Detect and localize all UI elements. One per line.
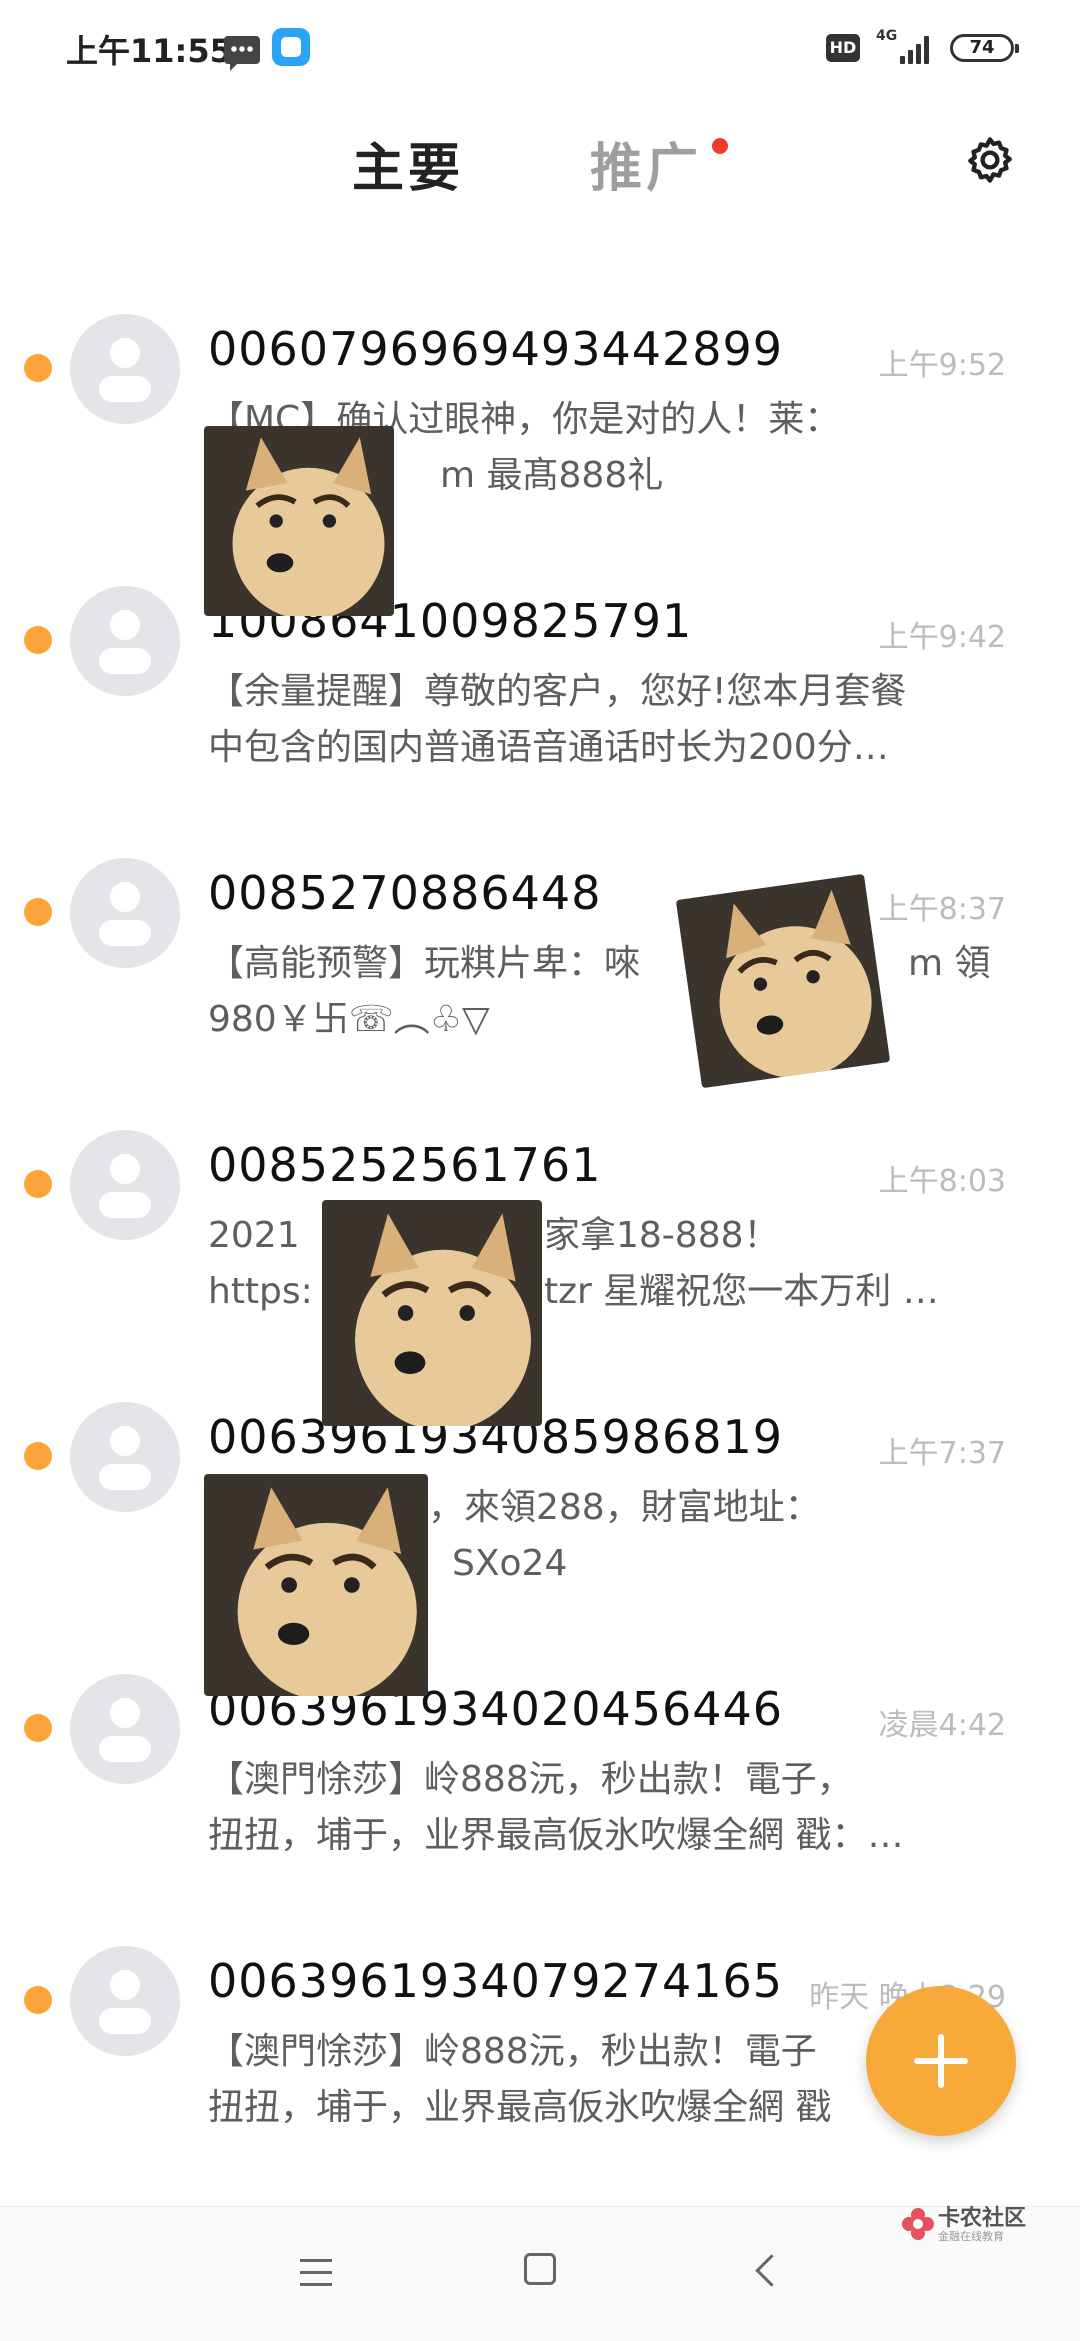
unread-dot [24,626,52,654]
dog-sticker-image [204,426,394,616]
menu-icon[interactable] [300,2259,332,2287]
message-row[interactable]: 0085270886448 上午8:37 【高能预警】玩粸片卑：唻 980￥卐☏… [0,844,1080,1114]
message-time: 凌晨4:42 [878,1708,1006,1743]
promo-badge-dot [712,138,728,154]
unread-dot [24,354,52,382]
message-time: 上午9:42 [878,620,1006,655]
sender-number: 0060796969493442899 [208,322,784,376]
message-preview-tail: m 領 [908,943,991,984]
avatar [70,1402,180,1512]
tab-main[interactable]: 主要 [352,126,464,201]
message-preview: 【澳門悇莎】岭888沅，秒出款！電子， 扭扭，埔于，业界最高仮氷吹爆全網 戳：… [208,1759,904,1856]
signal-icon [900,32,932,64]
avatar [70,1946,180,2056]
dog-sticker-image [204,1474,428,1696]
unread-dot [24,1986,52,2014]
message-preview: 【余量提醒】尊敬的客户，您好!您本月套餐 中包含的国内普通语音通话时长为200分… [208,671,907,768]
watermark-logo: 卡农社区 金融在线教育 [900,2196,1030,2252]
message-row[interactable]: 0060796969493442899 上午9:52 【MC】确认过眼神，你是对… [0,300,1080,570]
sender-number: 0063961934079274165 [208,1954,784,2008]
sender-number: 0085270886448 [208,866,602,920]
message-notification-icon [224,36,260,71]
status-bar: 上午11:55 HD 4G 74 [0,0,1080,100]
flower-icon [902,2208,934,2240]
dog-sticker-image [675,873,891,1089]
message-time: 上午8:37 [878,892,1006,927]
unread-dot [24,898,52,926]
hd-icon: HD [826,34,860,62]
tab-promo[interactable]: 推广 [590,126,702,201]
sender-number: 0085252561761 [208,1138,602,1192]
message-preview: 【高能预警】玩粸片卑：唻 980￥卐☏︵♧▽ [208,943,641,1040]
avatar [70,1674,180,1784]
status-time: 上午11:55 [66,32,232,70]
dog-sticker-image [322,1200,542,1426]
avatar [70,586,180,696]
unread-dot [24,1714,52,1742]
message-row[interactable]: 0063961934020456446 凌晨4:42 【澳門悇莎】岭888沅，秒… [0,1660,1080,1930]
gear-icon[interactable] [964,134,1016,186]
home-icon[interactable] [524,2253,556,2285]
avatar [70,1130,180,1240]
new-message-button[interactable] [866,1986,1016,2136]
message-time: 上午8:03 [878,1164,1006,1199]
avatar [70,314,180,424]
message-row[interactable]: 0063961934085986819 上午7:37 ，來領288，財富地址： … [0,1388,1080,1658]
message-row[interactable]: 10086410098257​91 上午9:42 【余量提醒】尊敬的客户，您好!… [0,572,1080,842]
network-type: 4G [876,28,898,44]
message-preview-tail: 家拿18-888！ tzr 星耀祝您一本万利 … [544,1215,939,1312]
message-time: 上午7:37 [878,1436,1006,1471]
watermark-subtitle: 金融在线教育 [938,2230,1004,2243]
unread-dot [24,1442,52,1470]
unread-dot [24,1170,52,1198]
app-notification-icon [272,28,310,66]
battery-icon: 74 [950,34,1019,62]
back-icon[interactable] [755,2254,788,2287]
message-time: 上午9:52 [878,348,1006,383]
avatar [70,858,180,968]
